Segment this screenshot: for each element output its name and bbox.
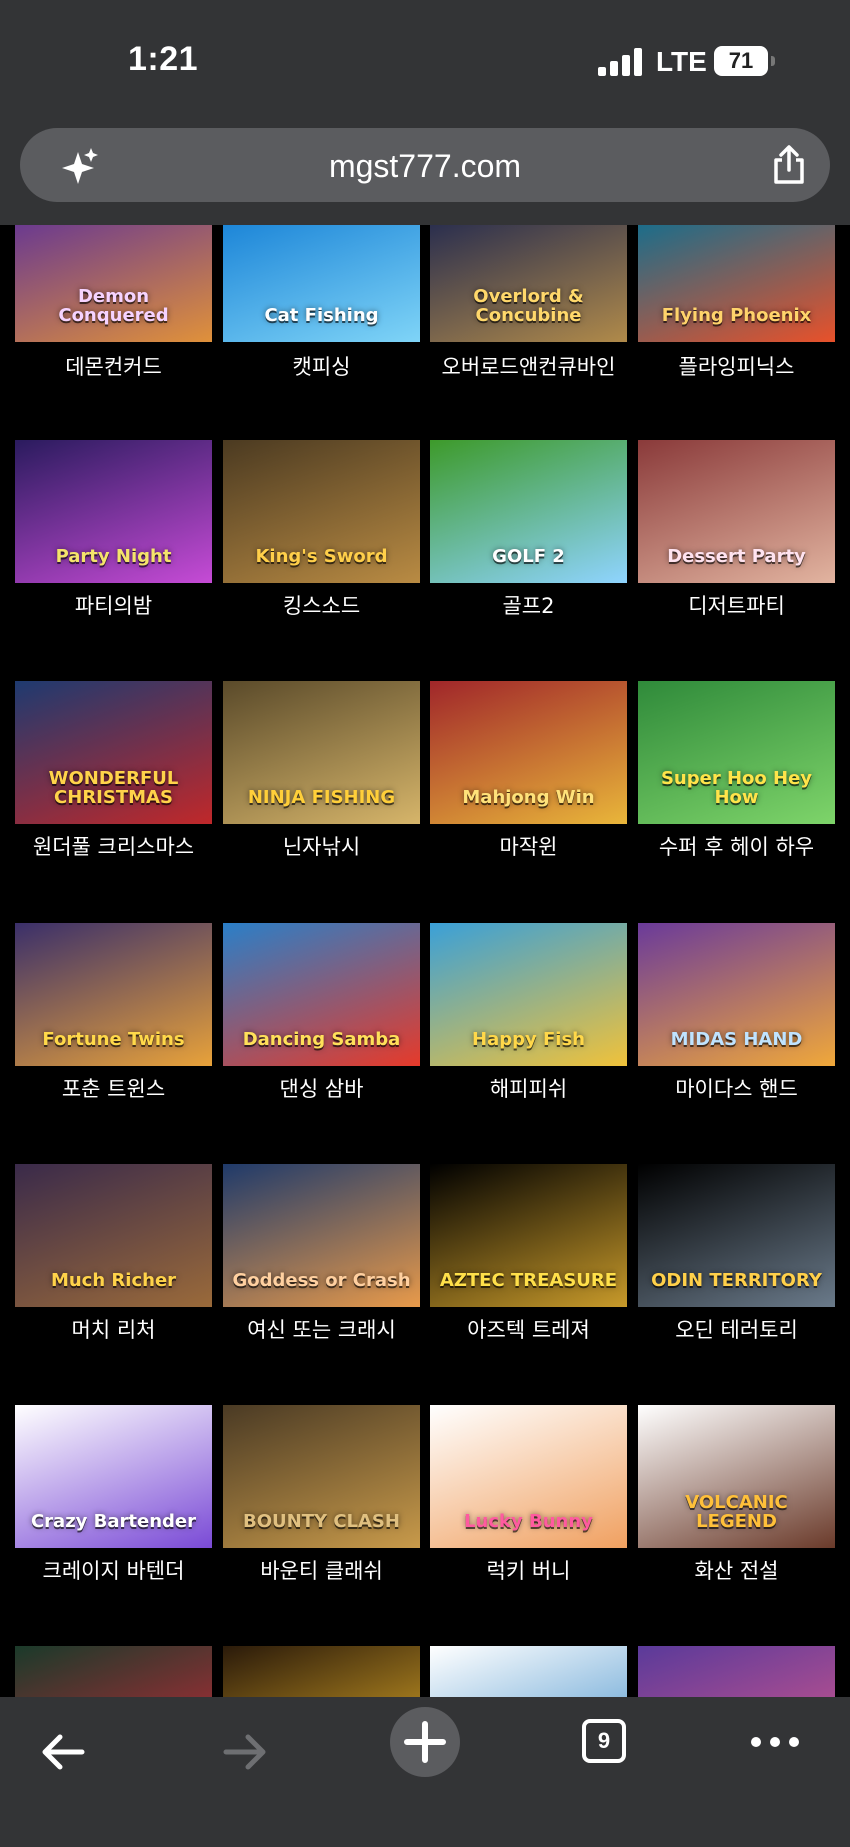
game-logo-text: Flying Phoenix bbox=[661, 305, 812, 327]
game-title: 수퍼 후 헤이 하우 bbox=[658, 835, 815, 859]
game-thumbnail[interactable]: Much Richer bbox=[15, 1164, 212, 1307]
game-logo-text: GOLF 2 bbox=[492, 546, 565, 568]
game-thumbnail[interactable]: King's Sword bbox=[223, 440, 420, 583]
network-type: LTE bbox=[656, 46, 707, 77]
battery-icon: 71 bbox=[714, 46, 775, 76]
game-title: 크레이지 바텐더 bbox=[42, 1559, 185, 1583]
forward-icon[interactable] bbox=[220, 1727, 270, 1777]
game-thumbnail[interactable] bbox=[223, 1646, 420, 1697]
game-thumbnail[interactable]: NINJA FISHING bbox=[223, 681, 420, 824]
game-logo-text: Super Hoo Hey How bbox=[660, 768, 813, 809]
game-title: 해피피쉬 bbox=[489, 1077, 568, 1101]
game-logo-text: Crazy Bartender bbox=[30, 1511, 197, 1533]
game-thumbnail[interactable]: GOLF 2 bbox=[430, 440, 627, 583]
game-thumbnail[interactable]: Crazy Bartender bbox=[15, 1405, 212, 1548]
game-thumbnail[interactable]: Dessert Party bbox=[638, 440, 835, 583]
more-icon[interactable] bbox=[750, 1735, 800, 1749]
game-logo-text: Dancing Samba bbox=[242, 1029, 401, 1051]
game-logo-text: Party Night bbox=[55, 546, 172, 568]
game-logo-text: Dessert Party bbox=[667, 546, 806, 568]
game-thumbnail[interactable]: Dancing Samba bbox=[223, 923, 420, 1066]
game-logo-text: ODIN TERRITORY bbox=[651, 1270, 822, 1292]
game-logo-text: WONDERFUL CHRISTMAS bbox=[48, 768, 179, 809]
game-title: 포춘 트윈스 bbox=[61, 1077, 166, 1101]
game-thumbnail[interactable]: AZTEC TREASURE bbox=[430, 1164, 627, 1307]
game-title: 데몬컨커드 bbox=[65, 355, 162, 379]
game-title: 오딘 테러토리 bbox=[675, 1318, 798, 1342]
game-thumbnail[interactable]: BOUNTY CLASH bbox=[223, 1405, 420, 1548]
game-thumbnail[interactable]: VOLCANIC LEGEND bbox=[638, 1405, 835, 1548]
game-logo-text: MIDAS HAND bbox=[670, 1029, 803, 1051]
game-logo-text: Fortune Twins bbox=[42, 1029, 185, 1051]
cellular-signal-icon bbox=[598, 48, 642, 76]
plus-icon bbox=[404, 1721, 446, 1763]
game-title: 원더풀 크리스마스 bbox=[32, 835, 195, 859]
game-thumbnail[interactable]: Lucky Bunny bbox=[430, 1405, 627, 1548]
game-title: 골프2 bbox=[502, 594, 555, 618]
browser-toolbar: mgst777.com bbox=[0, 125, 850, 225]
game-logo-text: Mahjong Win bbox=[462, 787, 595, 809]
status-bar: 1:21 LTE 71 bbox=[0, 0, 850, 125]
game-title: 마이다스 핸드 bbox=[675, 1077, 798, 1101]
game-title: 킹스소드 bbox=[282, 594, 361, 618]
game-logo-text: Cat Fishing bbox=[264, 305, 379, 327]
game-title: 마작윈 bbox=[499, 835, 558, 859]
game-logo-text: BOUNTY CLASH bbox=[243, 1511, 400, 1533]
share-icon[interactable] bbox=[768, 144, 810, 186]
game-title: 아즈텍 트레져 bbox=[467, 1318, 590, 1342]
game-logo-text: Much Richer bbox=[50, 1270, 177, 1292]
game-title: 바운티 클래쉬 bbox=[260, 1559, 383, 1583]
game-thumbnail[interactable]: Super Hoo Hey How bbox=[638, 681, 835, 824]
game-thumbnail[interactable]: WONDERFUL CHRISTMAS bbox=[15, 681, 212, 824]
game-title: 댄싱 삼바 bbox=[279, 1077, 364, 1101]
url-text[interactable]: mgst777.com bbox=[20, 148, 830, 185]
back-icon[interactable] bbox=[38, 1727, 88, 1777]
game-logo-text: AZTEC TREASURE bbox=[439, 1270, 618, 1292]
game-logo-text: Goddess or Crash bbox=[232, 1270, 411, 1292]
game-title: 캣피싱 bbox=[292, 355, 351, 379]
game-thumbnail[interactable]: Happy Fish bbox=[430, 923, 627, 1066]
game-thumbnail[interactable] bbox=[430, 1646, 627, 1697]
new-tab-button[interactable] bbox=[390, 1707, 460, 1777]
game-logo-text: Happy Fish bbox=[472, 1029, 585, 1051]
game-logo-text: VOLCANIC LEGEND bbox=[685, 1492, 788, 1533]
game-thumbnail[interactable]: Goddess or Crash bbox=[223, 1164, 420, 1307]
game-thumbnail[interactable]: MIDAS HAND bbox=[638, 923, 835, 1066]
address-bar[interactable]: mgst777.com bbox=[20, 128, 830, 202]
game-logo-text: Lucky Bunny bbox=[464, 1511, 593, 1533]
game-thumbnail[interactable] bbox=[15, 1646, 212, 1697]
game-thumbnail[interactable] bbox=[638, 1646, 835, 1697]
browser-bottom-bar: 9 bbox=[0, 1697, 850, 1847]
game-logo-text: Overlord & Concubine bbox=[473, 286, 584, 327]
game-thumbnail[interactable]: Cat Fishing bbox=[223, 225, 420, 342]
game-title: 디저트파티 bbox=[688, 594, 785, 618]
tabs-button[interactable]: 9 bbox=[582, 1719, 626, 1763]
game-thumbnail[interactable]: Party Night bbox=[15, 440, 212, 583]
game-thumbnail[interactable]: Fortune Twins bbox=[15, 923, 212, 1066]
game-thumbnail[interactable]: Flying Phoenix bbox=[638, 225, 835, 342]
game-thumbnail[interactable]: ODIN TERRITORY bbox=[638, 1164, 835, 1307]
game-title: 플라잉피닉스 bbox=[678, 355, 795, 379]
game-logo-text: King's Sword bbox=[255, 546, 388, 568]
game-thumbnail[interactable]: Overlord & Concubine bbox=[430, 225, 627, 342]
game-title: 파티의밤 bbox=[74, 594, 153, 618]
game-logo-text: Demon Conquered bbox=[58, 286, 169, 327]
game-title: 럭키 버니 bbox=[486, 1559, 571, 1583]
game-title: 머치 리처 bbox=[71, 1318, 156, 1342]
game-grid: Demon Conquered 데몬컨커드 Cat Fishing 캣피싱 Overlo… bbox=[0, 225, 850, 1697]
game-title: 여신 또는 크래시 bbox=[247, 1318, 396, 1342]
game-logo-text: NINJA FISHING bbox=[247, 787, 396, 809]
game-title: 오버로드앤컨큐바인 bbox=[441, 355, 616, 379]
status-time: 1:21 bbox=[128, 40, 199, 78]
game-title: 화산 전설 bbox=[694, 1559, 779, 1583]
game-thumbnail[interactable]: Mahjong Win bbox=[430, 681, 627, 824]
game-thumbnail[interactable]: Demon Conquered bbox=[15, 225, 212, 342]
game-title: 닌자낚시 bbox=[282, 835, 361, 859]
